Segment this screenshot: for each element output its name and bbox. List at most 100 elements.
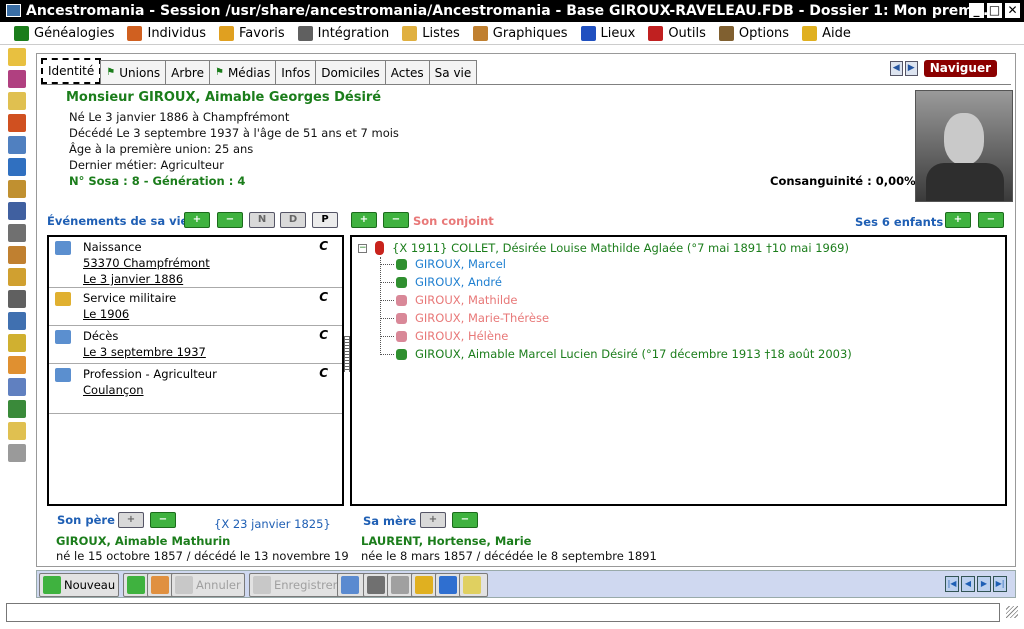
event-date[interactable]: Le 3 janvier 1886 [83,271,342,287]
remove-mother-button[interactable]: − [452,512,478,528]
add-mother-button[interactable]: + [420,512,446,528]
resize-grip-icon[interactable] [1006,606,1018,618]
child-name[interactable]: GIROUX, Marie-Thérèse [415,311,549,325]
child-row[interactable]: GIROUX, Aimable Marcel Lucien Désiré (°1… [380,347,852,361]
event-n-button[interactable]: N [249,212,275,228]
menu-favoris[interactable]: Favoris [219,25,285,41]
new-button[interactable]: Nouveau [39,573,120,597]
individuals-icon[interactable] [8,114,26,132]
check-icon [253,576,271,594]
add-spouse-button[interactable]: + [351,212,377,228]
event-title: Profession - Agriculteur [83,367,217,381]
event-p-button[interactable]: P [312,212,338,228]
child-name[interactable]: GIROUX, Aimable Marcel Lucien Désiré (°1… [415,347,852,361]
web-button[interactable] [337,573,366,597]
font-icon[interactable] [8,70,26,88]
window-icon[interactable] [8,202,26,220]
eye-icon[interactable] [8,136,26,154]
search-icon[interactable] [8,312,26,330]
tab-unions[interactable]: ⚑ Unions [100,60,167,84]
merge-icon[interactable] [8,334,26,352]
child-name[interactable]: GIROUX, Marcel [415,257,506,271]
tab-sa-vie[interactable]: Sa vie [428,60,478,84]
spouse-name[interactable]: {X 1911} COLLET, Désirée Louise Mathilde… [392,241,849,255]
minimize-icon[interactable]: _ [969,3,984,18]
home-icon[interactable] [8,48,26,66]
menu-outils[interactable]: Outils [648,25,706,41]
child-row[interactable]: GIROUX, Hélène [380,329,508,343]
tab-arbre[interactable]: Arbre [165,60,210,84]
menu-genealogies[interactable]: Généalogies [14,25,114,41]
menu-aide[interactable]: Aide [802,25,851,41]
child-name[interactable]: GIROUX, Mathilde [415,293,517,307]
father-name[interactable]: GIROUX, Aimable Mathurin [56,534,230,548]
event-source-c[interactable]: C [319,290,328,304]
child-name[interactable]: GIROUX, André [415,275,502,289]
notes-button[interactable] [459,573,488,597]
save-button[interactable]: Enregistrer [249,573,342,597]
mother-name[interactable]: LAURENT, Hortense, Marie [361,534,531,548]
tab-infos[interactable]: Infos [275,60,317,84]
event-d-button[interactable]: D [280,212,306,228]
menu-individus[interactable]: Individus [127,25,206,41]
child-row[interactable]: GIROUX, Mathilde [380,293,517,307]
add-child-button[interactable]: + [945,212,971,228]
event-item[interactable]: Profession - Agriculteur Coulançon C [49,364,342,414]
event-source-c[interactable]: C [319,239,328,253]
add-event-button[interactable]: + [184,212,210,228]
add-father-button[interactable]: + [118,512,144,528]
next-arrow-icon[interactable]: ▶ [904,61,918,76]
book-icon[interactable] [8,158,26,176]
remove-child-button[interactable]: − [978,212,1004,228]
menu-listes[interactable]: Listes [402,25,460,41]
event-date[interactable]: Le 3 septembre 1937 [83,344,342,360]
person-photo[interactable] [915,90,1013,202]
stats-icon[interactable] [8,378,26,396]
event-source-c[interactable]: C [319,366,328,380]
tab-identite[interactable]: Identité [41,58,102,84]
print-icon[interactable] [8,290,26,308]
event-date[interactable]: Le 1906 [83,306,342,322]
info-icon[interactable] [8,356,26,374]
notes-icon[interactable] [8,422,26,440]
event-item[interactable]: Décès Le 3 septembre 1937 C [49,326,342,364]
event-item[interactable]: Naissance 53370 Champfrémont Le 3 janvie… [49,237,342,288]
event-source-c[interactable]: C [319,328,328,342]
spouse-row[interactable]: − {X 1911} COLLET, Désirée Louise Mathil… [358,241,849,255]
wheel-icon[interactable] [8,224,26,242]
tab-domiciles[interactable]: Domiciles [315,60,386,84]
menu-lieux[interactable]: Lieux [580,25,635,41]
exit-icon[interactable] [8,400,26,418]
settings-icon[interactable] [8,444,26,462]
tab-actes[interactable]: Actes [384,60,430,84]
notes-icon[interactable] [8,92,26,110]
previous-record-icon[interactable]: ◀ [961,576,975,592]
navigate-button[interactable]: Naviguer [923,60,997,77]
cancel-button[interactable]: Annuler [171,573,245,597]
collapse-icon[interactable]: − [358,243,367,253]
remove-spouse-button[interactable]: − [383,212,409,228]
first-record-icon[interactable]: |◀ [945,576,959,592]
tab-medias[interactable]: ⚑ Médias [208,60,277,84]
maximize-icon[interactable]: □ [987,3,1002,18]
book-icon [55,241,71,255]
event-place[interactable]: Coulançon [83,382,342,398]
remove-event-button[interactable]: − [217,212,243,228]
remove-father-button[interactable]: − [150,512,176,528]
card-icon[interactable] [8,180,26,198]
last-record-icon[interactable]: ▶| [993,576,1007,592]
child-name[interactable]: GIROUX, Hélène [415,329,508,343]
tree-icon[interactable] [8,246,26,264]
child-row[interactable]: GIROUX, Marie-Thérèse [380,311,549,325]
menu-graphiques[interactable]: Graphiques [472,25,568,41]
menu-options[interactable]: Options [718,25,789,41]
event-place[interactable]: 53370 Champfrémont [83,255,342,271]
child-row[interactable]: GIROUX, Marcel [380,257,506,271]
close-icon[interactable]: ✕ [1005,3,1020,18]
event-item[interactable]: Service militaire Le 1906 C [49,288,342,326]
child-row[interactable]: GIROUX, André [380,275,502,289]
previous-arrow-icon[interactable]: ◀ [889,61,903,76]
descendants-icon[interactable] [8,268,26,286]
menu-integration[interactable]: Intégration [297,25,389,41]
next-record-icon[interactable]: ▶ [977,576,991,592]
